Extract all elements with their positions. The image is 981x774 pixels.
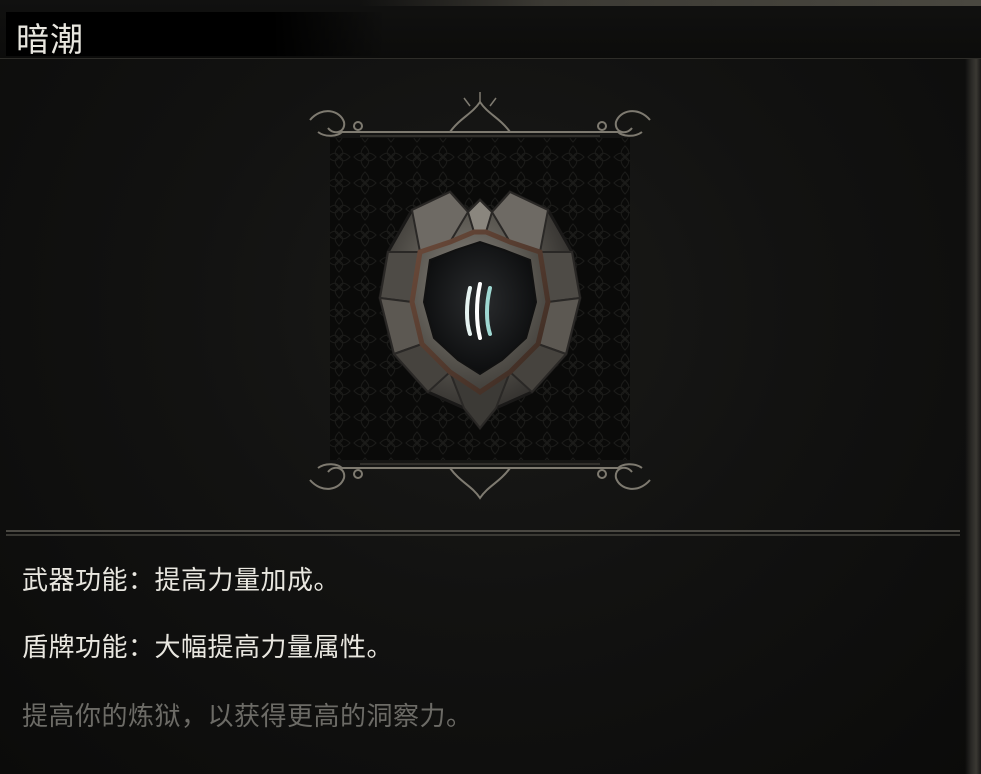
weapon-effect-text: 武器功能：提高力量加成。	[22, 566, 341, 596]
item-icon-frame	[300, 92, 660, 507]
item-tooltip-panel: 暗潮 武器功能：提高力量加成。 盾牌功能：大幅提高力量属性。 提高你的炼狱，以获…	[0, 0, 981, 774]
title-bar: 暗潮	[0, 0, 981, 59]
frame-bottom-ornament	[309, 463, 651, 500]
shield-effect-text: 盾牌功能：大幅提高力量属性。	[22, 633, 394, 663]
panel-top-rim	[360, 0, 981, 6]
item-title: 暗潮	[16, 20, 84, 59]
ornate-frame	[309, 92, 651, 500]
section-divider	[6, 528, 960, 538]
panel-edge	[965, 0, 981, 774]
flavor-text: 提高你的炼狱，以获得更高的洞察力。	[22, 702, 473, 732]
frame-top-ornament	[309, 92, 651, 137]
